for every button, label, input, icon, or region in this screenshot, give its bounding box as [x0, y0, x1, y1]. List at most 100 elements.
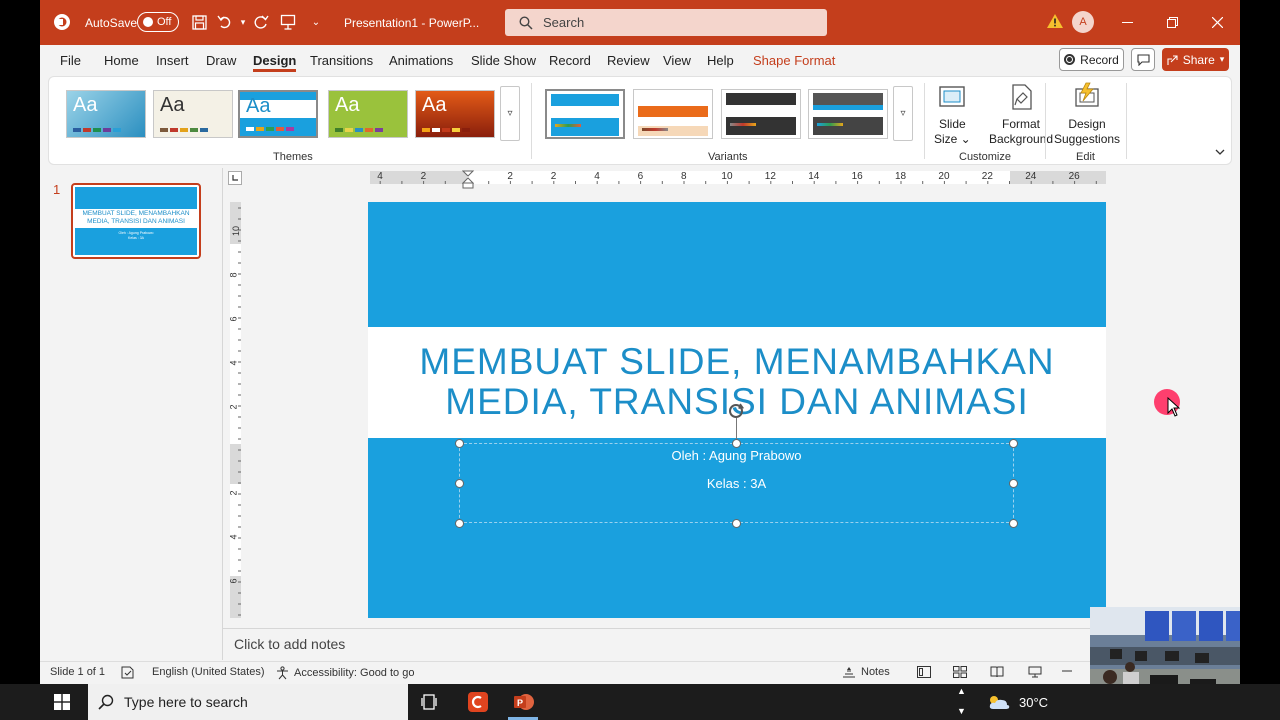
tab-insert[interactable]: Insert — [156, 45, 189, 75]
vertical-ruler[interactable]: 10 8 6 4 2 2 4 6 — [228, 202, 242, 618]
search-input[interactable]: Search — [505, 9, 827, 36]
resize-handle-nw[interactable] — [455, 439, 464, 448]
design-suggestions-icon — [1075, 82, 1099, 107]
slide-thumbnail-1[interactable]: MEMBUAT SLIDE, MENAMBAHKAN MEDIA, TRANSI… — [71, 183, 201, 259]
save-icon[interactable] — [189, 12, 209, 32]
task-view-icon[interactable] — [416, 688, 444, 716]
slide-number: 1 — [53, 182, 61, 197]
record-button[interactable]: Record — [1059, 48, 1124, 71]
present-from-start-icon[interactable] — [278, 12, 298, 32]
theme-thumbnail-2[interactable]: Aa — [153, 90, 233, 138]
rotate-handle-icon[interactable] — [726, 401, 746, 421]
close-icon[interactable] — [1194, 0, 1240, 45]
variant-thumbnail-4[interactable] — [808, 89, 888, 139]
pane-separator[interactable] — [222, 168, 223, 660]
restore-icon[interactable] — [1149, 0, 1195, 45]
warning-icon[interactable] — [1046, 13, 1064, 32]
theme-thumbnail-4[interactable]: Aa — [328, 90, 408, 138]
screen-recorder-icon[interactable] — [464, 688, 492, 716]
redo-icon[interactable] — [251, 12, 271, 32]
indent-marker-icon[interactable] — [462, 170, 474, 190]
taskbar-search-input[interactable]: Type here to search — [88, 684, 408, 720]
theme-thumbnail-5[interactable]: Aa — [415, 90, 495, 138]
ruler-label: 6 — [228, 316, 239, 322]
resize-handle-se[interactable] — [1009, 519, 1018, 528]
ruler-label: 10 — [231, 225, 242, 237]
notes-placeholder[interactable]: Click to add notes — [234, 636, 345, 652]
resize-handle-n[interactable] — [732, 439, 741, 448]
resize-handle-sw[interactable] — [455, 519, 464, 528]
tab-shape-format[interactable]: Shape Format — [753, 45, 835, 75]
tab-view[interactable]: View — [663, 45, 691, 75]
tab-help[interactable]: Help — [707, 45, 734, 75]
subtitle-textbox[interactable]: Oleh : Agung Prabowo Kelas : 3A — [459, 443, 1014, 523]
notes-button[interactable]: Notes — [842, 666, 890, 678]
themes-more-button[interactable]: ▿ — [500, 86, 520, 141]
slide-sorter-icon[interactable] — [953, 666, 967, 678]
ruler-label: 26 — [1068, 171, 1080, 182]
powerpoint-window: AutoSave Off ▾ ⌄ Presentation1 - PowerP.… — [40, 0, 1240, 684]
ruler-label: 8 — [228, 272, 239, 278]
variant-thumbnail-1[interactable] — [545, 89, 625, 139]
windows-start-icon[interactable] — [48, 688, 76, 716]
design-suggestions-button[interactable]: Design Suggestions — [1054, 81, 1120, 147]
tab-home[interactable]: Home — [104, 45, 139, 75]
tab-draw[interactable]: Draw — [206, 45, 236, 75]
language-status[interactable]: English (United States) — [152, 666, 265, 678]
tab-transitions[interactable]: Transitions — [310, 45, 373, 75]
resize-handle-s[interactable] — [732, 519, 741, 528]
theme-thumbnail-1[interactable]: Aa — [66, 90, 146, 138]
undo-icon[interactable] — [215, 12, 235, 32]
thumbnail-subtitle: Oleh : Agung Prabowo Kelas : 3A — [75, 231, 197, 241]
normal-view-icon[interactable] — [917, 666, 931, 678]
autosave-toggle[interactable]: Off — [137, 12, 179, 32]
ruler-label: 18 — [895, 171, 907, 182]
left-black-border — [0, 0, 40, 684]
ruler-label: 4 — [594, 171, 600, 182]
tab-review[interactable]: Review — [607, 45, 650, 75]
tab-design[interactable]: Design — [253, 45, 297, 75]
ruler-label: 4 — [228, 534, 239, 540]
tab-animations[interactable]: Animations — [389, 45, 453, 75]
zoom-out-icon[interactable] — [1062, 666, 1072, 676]
document-title: Presentation1 - PowerP... — [344, 15, 480, 30]
resize-handle-e[interactable] — [1009, 479, 1018, 488]
minimize-icon[interactable] — [1104, 0, 1150, 45]
slide-size-button[interactable]: Slide Size ⌄ — [934, 81, 971, 147]
powerpoint-logo-icon — [52, 12, 72, 32]
reading-view-icon[interactable] — [990, 666, 1004, 678]
variant-thumbnail-3[interactable] — [721, 89, 801, 139]
customize-qat-icon[interactable]: ⌄ — [306, 12, 326, 32]
ruler-label: 4 — [377, 171, 383, 182]
undo-dropdown-icon[interactable]: ▾ — [233, 12, 253, 32]
user-avatar[interactable]: A — [1072, 11, 1094, 33]
theme-aa-label: Aa — [246, 95, 271, 117]
accessibility-status[interactable]: Accessibility: Good to go — [276, 666, 414, 680]
tab-selector[interactable] — [228, 171, 242, 185]
slide-count[interactable]: Slide 1 of 1 — [50, 666, 105, 678]
scroll-up-icon[interactable]: ▲ — [957, 686, 966, 696]
slide-canvas[interactable]: MEMBUAT SLIDE, MENAMBAHKAN MEDIA, TRANSI… — [368, 202, 1106, 618]
spelling-icon[interactable] — [121, 666, 135, 679]
powerpoint-taskbar-icon[interactable]: P — [510, 688, 538, 716]
theme-thumbnail-3[interactable]: Aa — [238, 90, 318, 138]
tab-record[interactable]: Record — [549, 45, 591, 75]
ruler-label: 10 — [721, 171, 733, 182]
share-button[interactable]: Share ▾ — [1162, 48, 1229, 71]
horizontal-ruler[interactable]: 4 2 2 2 4 6 8 10 12 14 16 18 20 22 24 26 — [370, 170, 1106, 189]
mouse-pointer-icon — [1167, 397, 1180, 417]
slideshow-view-icon[interactable] — [1028, 666, 1042, 678]
tab-slide-show[interactable]: Slide Show — [471, 45, 536, 75]
variants-more-button[interactable]: ▿ — [893, 86, 913, 141]
tab-file[interactable]: File — [60, 45, 81, 75]
collapse-ribbon-icon[interactable] — [1215, 147, 1225, 159]
notes-icon — [843, 667, 855, 678]
weather-widget[interactable]: 30°C — [987, 684, 1048, 720]
scroll-down-icon[interactable]: ▼ — [957, 706, 966, 716]
resize-handle-ne[interactable] — [1009, 439, 1018, 448]
notes-separator[interactable] — [222, 628, 1240, 629]
format-background-button[interactable]: Format Background — [989, 81, 1053, 147]
variant-thumbnail-2[interactable] — [633, 89, 713, 139]
comments-button[interactable] — [1131, 48, 1155, 71]
resize-handle-w[interactable] — [455, 479, 464, 488]
